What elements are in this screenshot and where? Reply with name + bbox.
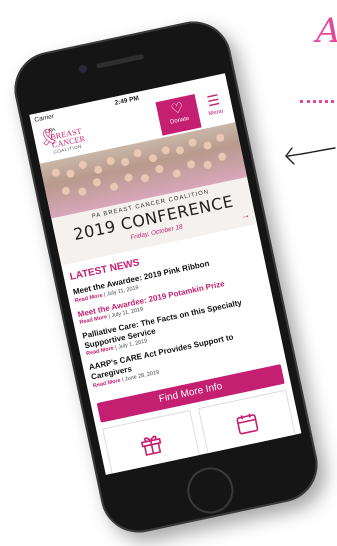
carrier-label: Carrier	[33, 112, 55, 124]
gift-tile[interactable]	[102, 409, 201, 475]
calendar-icon	[236, 413, 259, 435]
menu-button[interactable]: ☰ Menu	[194, 86, 235, 128]
arrow-right-icon[interactable]: →	[240, 209, 251, 221]
calendar-tile[interactable]	[197, 389, 297, 458]
phone-mockup-container: Carrier 2:49 PM 🎗 PA BREAST CANCER COALI…	[0, 0, 337, 546]
home-button[interactable]	[183, 463, 238, 518]
phone-screen: Carrier 2:49 PM 🎗 PA BREAST CANCER COALI…	[29, 73, 302, 475]
speaker-grille	[96, 53, 145, 69]
donate-button[interactable]: ♡ Donate	[155, 94, 202, 136]
camera-icon	[78, 63, 88, 74]
gift-icon	[140, 435, 162, 456]
status-time: 2:49 PM	[114, 94, 140, 107]
phone-device: Carrier 2:49 PM 🎗 PA BREAST CANCER COALI…	[7, 14, 325, 540]
